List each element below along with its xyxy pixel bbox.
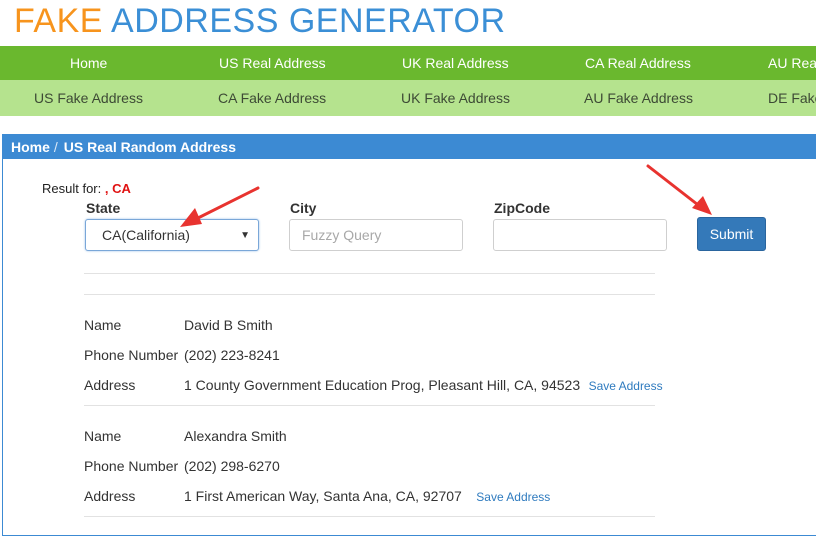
- primary-nav: Home US Real Address UK Real Address CA …: [0, 46, 816, 80]
- nav-ca-real-address[interactable]: CA Real Address: [585, 46, 691, 80]
- record-1-address-row: 1 County Government Education Prog, Plea…: [184, 377, 663, 395]
- site-logo[interactable]: FAKE ADDRESS GENERATOR: [14, 2, 506, 41]
- record-2-phone: (202) 298-6270: [184, 458, 280, 474]
- city-input[interactable]: [289, 219, 463, 251]
- divider: [84, 516, 655, 517]
- record-1-name-label: Name: [84, 317, 122, 333]
- city-label: City: [290, 200, 317, 216]
- state-select-value: CA(California): [102, 227, 190, 243]
- result-label: Result for:: [42, 181, 102, 196]
- record-1-address-label: Address: [84, 377, 136, 393]
- nav-de-fake-address[interactable]: DE Fake Address: [768, 80, 816, 116]
- result-line: Result for: , CA: [42, 181, 131, 196]
- chevron-down-icon: ▼: [240, 230, 250, 241]
- record-2-address-row: 1 First American Way, Santa Ana, CA, 927…: [184, 488, 550, 506]
- record-2-address-label: Address: [84, 488, 136, 504]
- breadcrumb: Home / US Real Random Address: [3, 135, 816, 159]
- secondary-nav: US Fake Address CA Fake Address UK Fake …: [0, 80, 816, 116]
- divider: [84, 294, 655, 295]
- nav-au-fake-address[interactable]: AU Fake Address: [584, 80, 693, 116]
- divider: [84, 405, 655, 406]
- nav-us-fake-address[interactable]: US Fake Address: [34, 80, 143, 116]
- nav-uk-real-address[interactable]: UK Real Address: [402, 46, 509, 80]
- record-2-name: Alexandra Smith: [184, 428, 287, 444]
- state-label: State: [86, 200, 121, 216]
- logo-text-fake: FAKE: [14, 2, 103, 40]
- zipcode-input[interactable]: [493, 219, 667, 251]
- nav-home[interactable]: Home: [70, 46, 107, 80]
- nav-us-real-address[interactable]: US Real Address: [219, 46, 326, 80]
- record-1-name: David B Smith: [184, 317, 273, 333]
- nav-ca-fake-address[interactable]: CA Fake Address: [218, 80, 326, 116]
- logo-text-rest: ADDRESS GENERATOR: [111, 2, 506, 40]
- breadcrumb-current: US Real Random Address: [63, 139, 236, 155]
- record-2-address: 1 First American Way, Santa Ana, CA, 927…: [184, 488, 462, 504]
- nav-uk-fake-address[interactable]: UK Fake Address: [401, 80, 510, 116]
- nav-au-real-address[interactable]: AU Real Address: [768, 46, 816, 80]
- save-address-link[interactable]: Save Address: [476, 490, 550, 504]
- save-address-link[interactable]: Save Address: [589, 379, 663, 393]
- record-1-address: 1 County Government Education Prog, Plea…: [184, 377, 581, 393]
- record-2-name-label: Name: [84, 428, 122, 444]
- divider: [84, 273, 655, 274]
- record-1-phone: (202) 223-8241: [184, 347, 280, 363]
- state-select[interactable]: CA(California) ▼: [85, 219, 259, 251]
- result-value: , CA: [104, 181, 131, 196]
- submit-button[interactable]: Submit: [697, 217, 766, 251]
- breadcrumb-separator: /: [53, 139, 58, 155]
- record-2-phone-label: Phone Number: [84, 458, 179, 474]
- breadcrumb-home[interactable]: Home: [11, 139, 50, 155]
- zipcode-label: ZipCode: [494, 200, 550, 216]
- record-1-phone-label: Phone Number: [84, 347, 179, 363]
